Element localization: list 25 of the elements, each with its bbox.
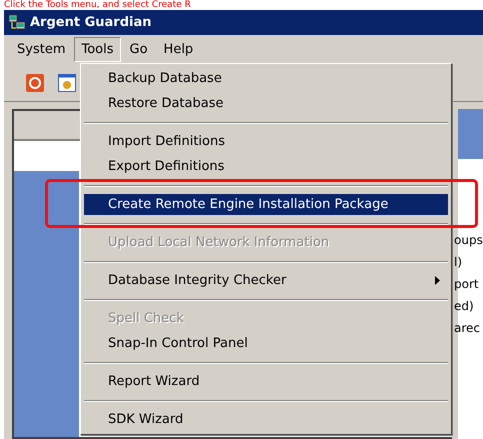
menu-item[interactable]: Export Definitions bbox=[84, 156, 448, 177]
window-title: Argent Guardian bbox=[30, 14, 152, 32]
menu-item[interactable]: Import Definitions bbox=[84, 131, 448, 152]
app-icon bbox=[8, 14, 26, 32]
submenu-arrow-icon bbox=[435, 276, 440, 285]
menu-bar-item[interactable]: Tools bbox=[74, 36, 121, 62]
menu-item[interactable]: Database Integrity Checker bbox=[84, 270, 448, 291]
menu-item[interactable]: SDK Wizard bbox=[84, 409, 448, 430]
list-text: arec bbox=[454, 320, 482, 337]
menu-item[interactable]: Snap-In Control Panel bbox=[84, 333, 448, 354]
menu-bar-item[interactable]: Go bbox=[122, 36, 155, 62]
list-text: l) bbox=[454, 254, 464, 271]
menu-item[interactable]: Report Wizard bbox=[84, 371, 448, 392]
list-text: oups bbox=[454, 232, 483, 249]
menu-bar-item[interactable]: System bbox=[10, 36, 72, 62]
panel-header bbox=[458, 109, 483, 159]
power-icon[interactable] bbox=[26, 74, 44, 92]
window-icon[interactable] bbox=[58, 74, 76, 92]
menu-bar-item[interactable]: Help bbox=[156, 36, 200, 62]
list-text: port bbox=[454, 276, 480, 293]
menu-item[interactable]: Backup Database bbox=[84, 68, 448, 89]
menu-item[interactable]: Restore Database bbox=[84, 93, 448, 114]
instruction-caption: Click the Tools menu, and select Create R bbox=[3, 0, 192, 10]
list-text: ed) bbox=[454, 298, 475, 315]
menu-item[interactable]: Create Remote Engine Installation Package bbox=[84, 194, 448, 215]
